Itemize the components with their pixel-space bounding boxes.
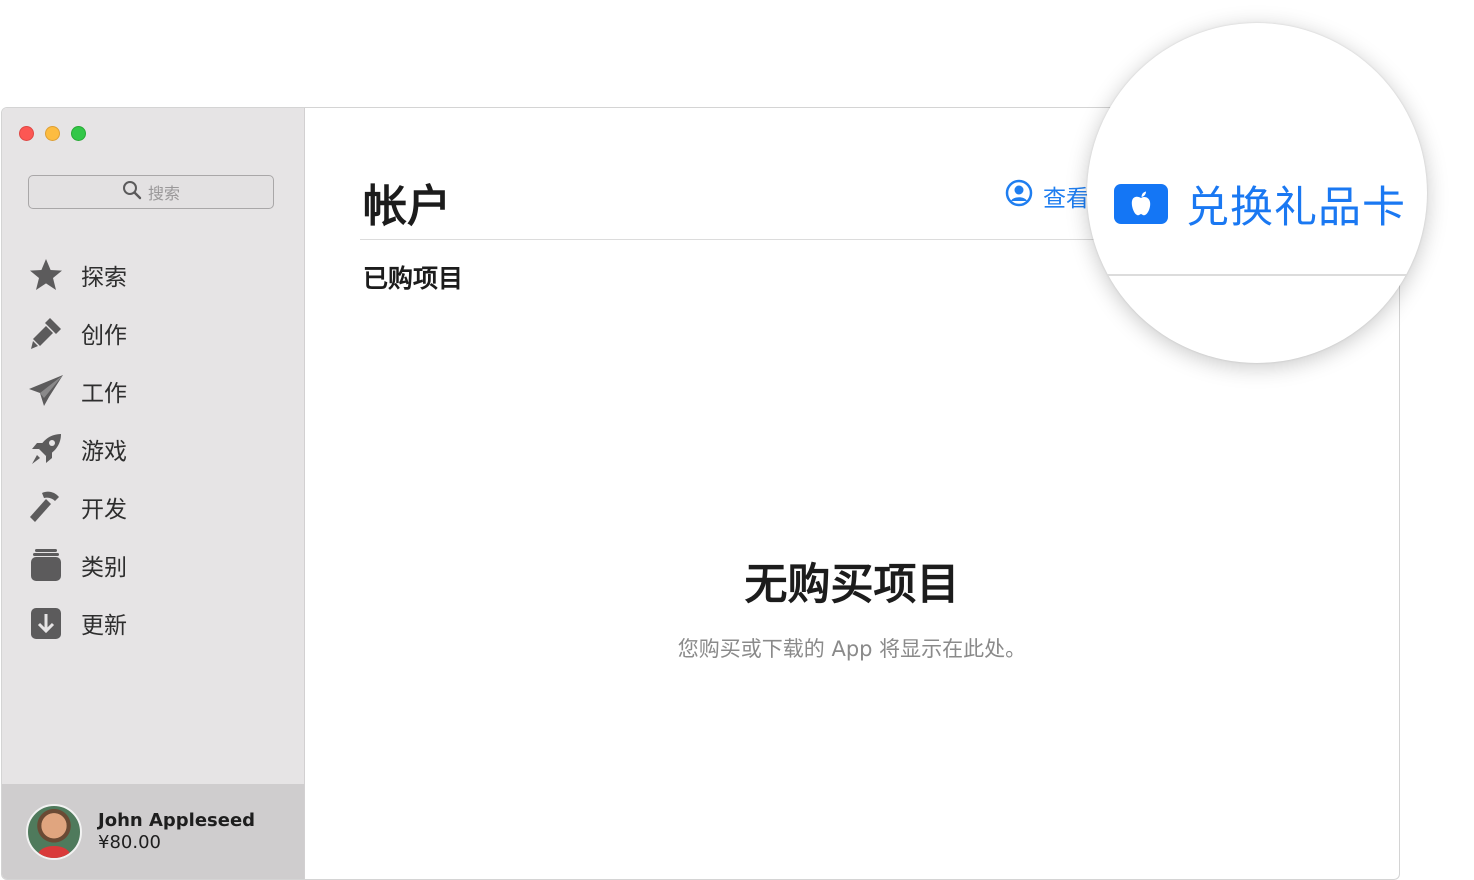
hammer-icon [26,487,66,527]
sidebar-item-label: 游戏 [81,439,127,465]
search-icon [122,180,142,204]
section-title: 已购项目 [363,264,464,293]
view-info-label: 查看 [1043,186,1089,212]
sidebar-item-label: 探索 [81,265,127,291]
avatar [26,803,82,860]
magnified-callout: 兑换礼品卡 [1087,23,1427,363]
empty-state-subtitle: 您购买或下载的 App 将显示在此处。 [677,637,1027,661]
redeem-gift-card-label: 兑换礼品卡 [1186,183,1406,233]
sidebar-item-label: 工作 [81,381,127,407]
stack-icon [26,545,66,585]
window-controls [19,126,86,141]
sidebar-item-label: 类别 [81,555,127,581]
sidebar-item-discover[interactable]: 探索 [26,246,127,304]
close-window-button[interactable] [19,126,34,141]
sidebar-item-develop[interactable]: 开发 [26,478,127,536]
sidebar: 搜索 探索 创作 工作 游戏 开发 类别 更新 John Appleseed ¥… [2,108,305,879]
sidebar-item-games[interactable]: 游戏 [26,420,127,478]
sidebar-item-categories[interactable]: 类别 [26,536,127,594]
star-icon [26,255,66,295]
account-name: John Appleseed [98,809,256,831]
zoom-window-button[interactable] [71,126,86,141]
empty-state-title: 无购买项目 [744,560,960,610]
sidebar-item-work[interactable]: 工作 [26,362,127,420]
sidebar-nav: 探索 创作 工作 游戏 开发 类别 更新 [26,246,127,652]
account-balance: ¥80.00 [98,831,161,853]
search-placeholder: 搜索 [147,184,180,203]
page-title: 帐户 [363,181,451,232]
apple-logo-icon [1114,184,1168,224]
search-field[interactable]: 搜索 [28,175,274,209]
sidebar-item-label: 创作 [81,323,127,349]
sidebar-item-label: 更新 [81,613,127,639]
callout-divider [1087,274,1427,276]
redeem-gift-card-button[interactable]: 兑换礼品卡 [1114,173,1406,235]
brush-icon [26,313,66,353]
rocket-icon [26,429,66,469]
sidebar-item-label: 开发 [81,497,127,523]
minimize-window-button[interactable] [45,126,60,141]
paper-plane-icon [26,371,66,411]
sidebar-item-updates[interactable]: 更新 [26,594,127,652]
sidebar-item-create[interactable]: 创作 [26,304,127,362]
download-icon [26,603,66,643]
person-circle-icon [1005,179,1033,213]
view-info-link[interactable]: 查看 [1005,179,1089,213]
account-panel[interactable]: John Appleseed ¥80.00 [2,784,304,879]
